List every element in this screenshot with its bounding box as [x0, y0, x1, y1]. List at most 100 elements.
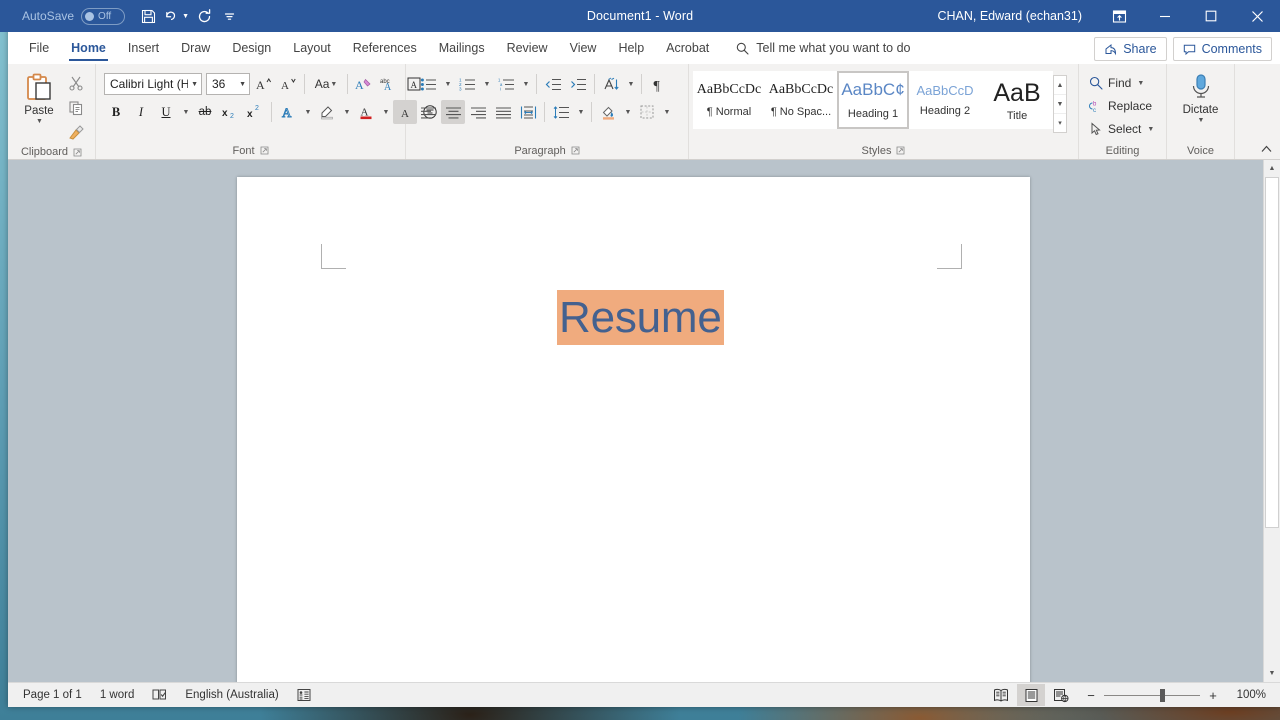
tab-insert[interactable]: Insert: [117, 33, 170, 63]
style-heading-2[interactable]: AaBbCcD Heading 2: [909, 71, 981, 129]
document-page[interactable]: Resume: [237, 177, 1030, 682]
font-name-input[interactable]: Calibri Light (H ▼: [104, 73, 202, 95]
distributed-button[interactable]: [516, 100, 540, 124]
styles-more-icon[interactable]: ▾: [1054, 113, 1066, 132]
numbering-dropdown-arrow[interactable]: ▼: [480, 72, 493, 96]
tab-references[interactable]: References: [342, 33, 428, 63]
web-layout-button[interactable]: [1047, 684, 1075, 706]
minimize-icon[interactable]: [1142, 0, 1188, 32]
scrollbar-thumb[interactable]: [1265, 177, 1279, 529]
font-name-dropdown-arrow[interactable]: ▼: [188, 81, 198, 88]
styles-dialog-launcher-icon[interactable]: [896, 146, 905, 155]
underline-dropdown-arrow[interactable]: ▼: [179, 100, 192, 124]
subscript-button[interactable]: x2: [218, 100, 242, 124]
customize-quick-access-icon[interactable]: [219, 3, 239, 29]
vertical-scrollbar[interactable]: ▲ ▼: [1263, 160, 1280, 682]
document-heading-text[interactable]: Resume: [557, 290, 724, 346]
print-layout-button[interactable]: [1017, 684, 1045, 706]
tab-home[interactable]: Home: [60, 33, 117, 63]
zoom-control[interactable]: − + 100%: [1077, 688, 1274, 702]
autosave-switch[interactable]: Off: [81, 7, 126, 25]
collapse-ribbon-icon[interactable]: [1258, 141, 1274, 157]
decrease-indent-button[interactable]: [541, 72, 565, 96]
bullets-button[interactable]: [416, 72, 440, 96]
sort-dropdown-arrow[interactable]: ▼: [624, 72, 637, 96]
tab-draw[interactable]: Draw: [170, 33, 221, 63]
zoom-level-label[interactable]: 100%: [1226, 689, 1266, 701]
borders-dropdown-arrow[interactable]: ▼: [660, 100, 673, 124]
language-indicator[interactable]: English (Australia): [176, 684, 287, 706]
justify-button[interactable]: [491, 100, 515, 124]
style-normal[interactable]: AaBbCcDc ¶ Normal: [693, 71, 765, 129]
copy-button[interactable]: [64, 96, 88, 120]
proofing-errors-icon[interactable]: [143, 684, 176, 706]
multilevel-list-button[interactable]: 1ai: [494, 72, 518, 96]
numbering-button[interactable]: 123: [455, 72, 479, 96]
tell-me-search[interactable]: Tell me what you want to do: [726, 33, 920, 63]
scroll-down-icon[interactable]: ▼: [1264, 665, 1280, 682]
save-icon[interactable]: [135, 3, 161, 29]
tab-mailings[interactable]: Mailings: [428, 33, 496, 63]
bullets-dropdown-arrow[interactable]: ▼: [441, 72, 454, 96]
change-case-arrow[interactable]: ▼: [330, 81, 337, 88]
clipboard-dialog-launcher-icon[interactable]: [73, 148, 82, 157]
styles-scroll-up-icon[interactable]: ▲: [1054, 76, 1066, 94]
tab-acrobat[interactable]: Acrobat: [655, 33, 720, 63]
bold-button[interactable]: B: [104, 100, 128, 124]
align-right-button[interactable]: [466, 100, 490, 124]
scroll-up-icon[interactable]: ▲: [1264, 160, 1280, 177]
underline-button[interactable]: U: [154, 100, 178, 124]
tab-review[interactable]: Review: [496, 33, 559, 63]
account-name[interactable]: CHAN, Edward (echan31): [937, 9, 1082, 23]
close-icon[interactable]: [1234, 0, 1280, 32]
document-canvas[interactable]: Resume: [8, 160, 1263, 682]
strikethrough-button[interactable]: ab: [193, 100, 217, 124]
select-button[interactable]: Select ▼: [1086, 118, 1157, 140]
tab-layout[interactable]: Layout: [282, 33, 342, 63]
redo-icon[interactable]: [191, 3, 217, 29]
borders-button[interactable]: [635, 100, 659, 124]
font-size-dropdown-arrow[interactable]: ▼: [236, 81, 246, 88]
highlight-dropdown-arrow[interactable]: ▼: [340, 100, 353, 124]
increase-indent-button[interactable]: [566, 72, 590, 96]
clear-formatting-button[interactable]: A: [352, 72, 376, 96]
undo-icon[interactable]: ▼: [163, 3, 189, 29]
paste-dropdown-arrow[interactable]: ▼: [36, 118, 43, 125]
dictate-button[interactable]: Dictate ▼: [1175, 67, 1227, 124]
cut-button[interactable]: [64, 71, 88, 95]
phonetic-guide-button[interactable]: abc A: [377, 72, 401, 96]
ribbon-display-options-icon[interactable]: [1096, 0, 1142, 32]
multilevel-list-dropdown-arrow[interactable]: ▼: [519, 72, 532, 96]
style-no-spacing[interactable]: AaBbCcDc ¶ No Spac...: [765, 71, 837, 129]
zoom-slider-track[interactable]: [1104, 688, 1200, 702]
font-color-dropdown-arrow[interactable]: ▼: [379, 100, 392, 124]
tab-view[interactable]: View: [559, 33, 608, 63]
paste-button[interactable]: Paste ▼: [14, 67, 64, 125]
find-dropdown-arrow[interactable]: ▼: [1137, 80, 1144, 87]
share-button[interactable]: Share: [1094, 37, 1167, 61]
format-painter-button[interactable]: [64, 121, 88, 145]
font-dialog-launcher-icon[interactable]: [260, 146, 269, 155]
shading-dropdown-arrow[interactable]: ▼: [621, 100, 634, 124]
line-spacing-button[interactable]: [549, 100, 573, 124]
select-dropdown-arrow[interactable]: ▼: [1147, 126, 1154, 133]
zoom-out-button[interactable]: −: [1085, 689, 1097, 702]
maximize-icon[interactable]: [1188, 0, 1234, 32]
page-indicator[interactable]: Page 1 of 1: [14, 684, 91, 706]
word-count[interactable]: 1 word: [91, 684, 144, 706]
shading-button[interactable]: [596, 100, 620, 124]
superscript-button[interactable]: x2: [243, 100, 267, 124]
style-heading-1[interactable]: AaBbC¢ Heading 1: [837, 71, 909, 129]
italic-button[interactable]: I: [129, 100, 153, 124]
autosave-toggle[interactable]: AutoSave Off: [22, 7, 126, 25]
change-case-button[interactable]: Aa ▼: [309, 72, 343, 96]
tab-help[interactable]: Help: [607, 33, 655, 63]
shrink-font-button[interactable]: A: [276, 72, 300, 96]
font-size-input[interactable]: 36 ▼: [206, 73, 250, 95]
scrollbar-track[interactable]: [1264, 177, 1280, 665]
zoom-in-button[interactable]: +: [1207, 689, 1219, 702]
highlight-button[interactable]: [315, 100, 339, 124]
line-spacing-dropdown-arrow[interactable]: ▼: [574, 100, 587, 124]
style-title[interactable]: AaB Title: [981, 71, 1053, 129]
find-button[interactable]: Find ▼: [1086, 72, 1147, 94]
